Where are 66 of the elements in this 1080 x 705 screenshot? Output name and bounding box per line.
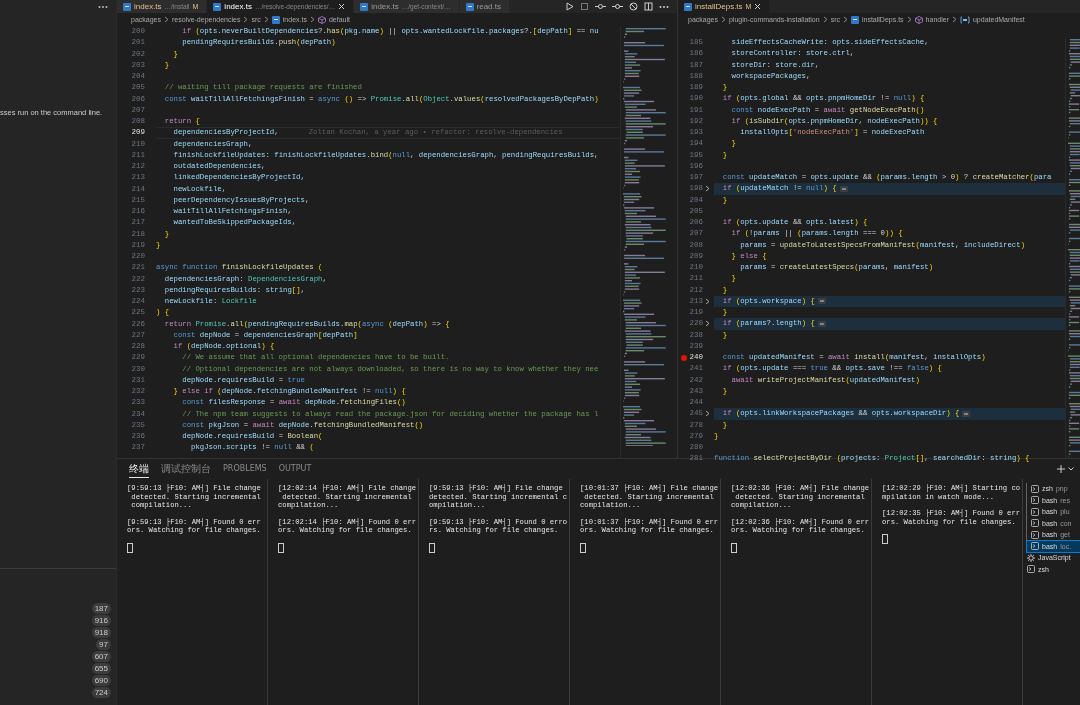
panel-tab[interactable]: PROBLEMS [223,460,267,478]
chevron-right-icon[interactable] [705,185,710,193]
terminal-icon [1031,484,1039,493]
folded-ellipsis-icon[interactable] [817,320,826,327]
chevron-right-icon [822,16,828,23]
panel-tab[interactable]: OUTPUT [278,460,312,478]
count-badge: 690 [91,675,111,686]
count-badge: 724 [91,687,111,698]
count-badge: 918 [91,627,111,638]
folded-ellipsis-icon[interactable] [817,298,826,305]
terminal-cursor [278,542,284,553]
terminal-icon [1031,542,1039,551]
terminal-icon [1031,496,1039,505]
split-editor-icon[interactable] [644,2,653,11]
chevron-right-icon[interactable] [705,297,710,305]
folded-ellipsis-icon[interactable] [962,410,971,417]
minimap-drawing[interactable] [1066,37,1080,457]
chevron-right-icon [263,16,269,23]
chevron-right-icon [906,16,912,23]
close-icon[interactable] [754,3,762,10]
breakpoint-icon[interactable] [681,355,687,361]
cube-icon [914,15,923,24]
count-badge: 187 [91,603,111,614]
panel-tab[interactable]: 终端 [129,460,149,478]
editor-tab[interactable]: read.ts [459,0,510,13]
typescript-file-icon [360,2,369,11]
typescript-file-icon [271,15,280,24]
terminal-cursor [882,534,888,545]
close-icon[interactable] [338,3,346,10]
typescript-file-icon [465,2,474,11]
chevron-right-icon [951,16,957,23]
chevron-right-icon[interactable] [705,410,710,418]
count-badge: 607 [91,651,111,662]
terminal-cursor [731,542,737,553]
chevron-right-icon [842,16,848,23]
typescript-file-icon [213,2,222,11]
chevron-right-icon[interactable] [705,320,710,328]
more-icon[interactable] [659,4,669,9]
terminal-icon [1031,530,1039,539]
chevron-right-icon [720,16,726,23]
terminal-icon [1027,565,1035,574]
more-icon[interactable] [98,4,108,9]
chevron-right-icon [309,16,315,23]
count-badge: 655 [91,663,111,674]
terminal-cursor [580,542,586,553]
terminal-cursor [429,542,435,553]
chevron-right-icon [163,16,169,23]
variable-icon [959,15,970,24]
commit-icon[interactable] [612,2,623,11]
terminal-icon [1031,519,1039,528]
count-badge: 916 [91,615,111,626]
terminal-icon [1031,507,1039,516]
count-badge: 97 [96,639,111,650]
chevron-right-icon [243,16,249,23]
cube-icon [317,15,326,24]
typescript-file-icon [850,15,859,24]
terminal-cursor [127,542,133,553]
commit-icon[interactable] [595,2,606,11]
typescript-file-icon [123,2,131,11]
typescript-file-icon [684,2,692,11]
gear-icon [1027,553,1035,562]
panel-tab[interactable]: 调试控制台 [161,460,211,478]
chevron-down-icon[interactable] [1068,467,1074,471]
plus-icon[interactable] [1057,465,1065,473]
run-icon[interactable] [565,2,574,11]
folded-ellipsis-icon[interactable] [839,185,848,192]
